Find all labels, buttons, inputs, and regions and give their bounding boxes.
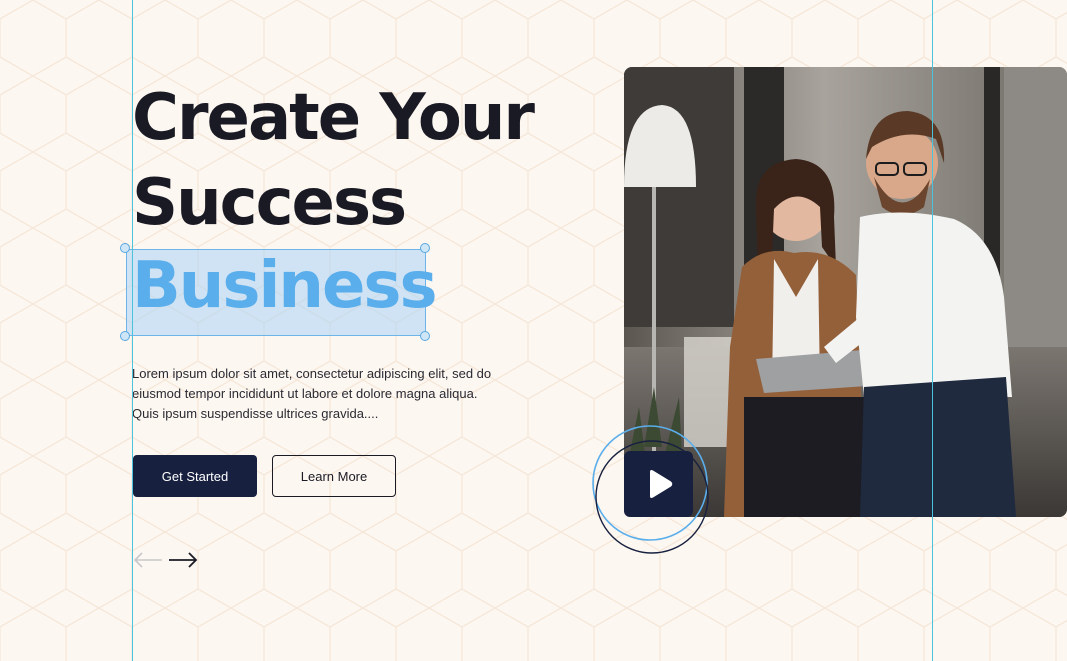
resize-handle-top-right[interactable] — [420, 243, 430, 253]
hero-description: Lorem ipsum dolor sit amet, consectetur … — [132, 366, 492, 421]
hero-title-line-2: Success — [132, 166, 407, 240]
play-icon — [649, 470, 672, 498]
arrow-left-icon[interactable] — [133, 550, 165, 570]
resize-handle-bottom-left[interactable] — [120, 331, 130, 341]
play-video-button[interactable] — [624, 451, 693, 517]
resize-handle-top-left[interactable] — [120, 243, 130, 253]
resize-handle-bottom-right[interactable] — [420, 331, 430, 341]
layout-guide-left — [132, 0, 133, 661]
get-started-button[interactable]: Get Started — [133, 455, 257, 497]
hero-title-highlight[interactable]: Business — [132, 254, 438, 318]
learn-more-button[interactable]: Learn More — [272, 455, 396, 497]
hero-title-line-1: Create Your — [132, 81, 535, 155]
layout-guide-right — [932, 0, 933, 661]
arrow-right-icon[interactable] — [167, 550, 199, 570]
